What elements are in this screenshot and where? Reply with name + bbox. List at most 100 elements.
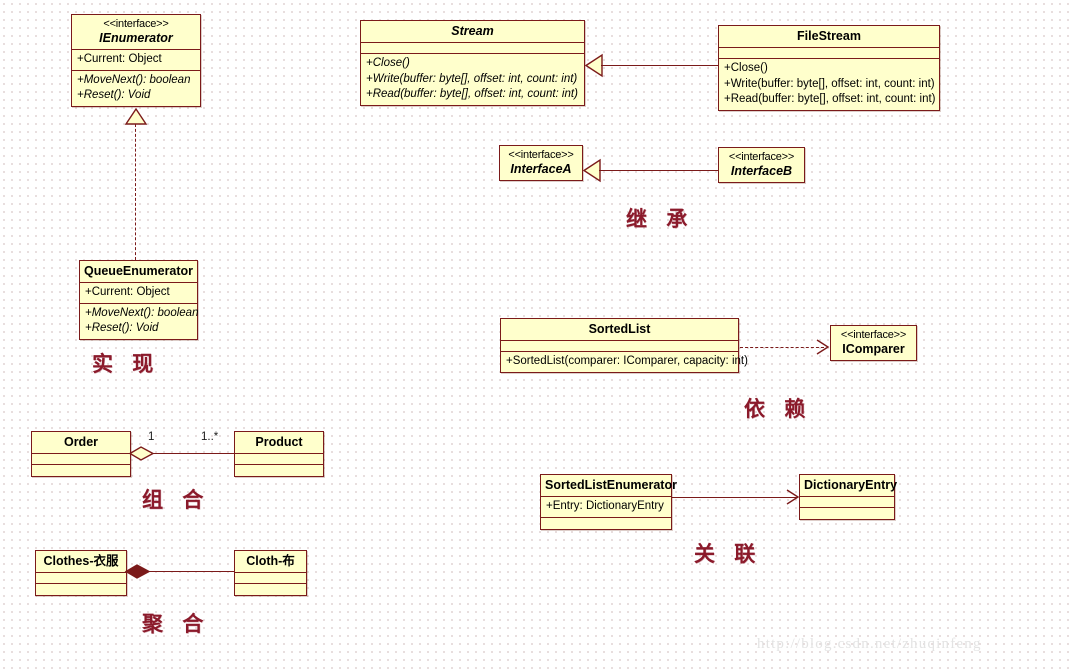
operation-line: +Read(buffer: byte[], offset: int, count… — [724, 93, 936, 106]
class-header-interfacea: <<interface>> InterfaceA — [500, 146, 582, 180]
class-name-label: SortedList — [588, 322, 651, 336]
class-box-clothes[interactable]: Clothes-衣服 — [35, 550, 127, 597]
watermark-text: http://blog.csdn.net/zhuqinfeng — [757, 636, 982, 652]
caption-aggregation: 聚 合 — [142, 612, 210, 636]
class-name-label: Product — [255, 435, 303, 449]
class-header-icomparer: <<interface>> IComparer — [831, 326, 916, 360]
class-box-ienumerator[interactable]: <<interface>> IEnumerator +Current: Obje… — [71, 14, 201, 107]
class-box-sortedlist[interactable]: SortedList +SortedList(comparer: ICompar… — [500, 318, 748, 373]
attributes-compartment-ienumerator: +Current: Object — [72, 50, 200, 71]
operation-line: +Write(buffer: byte[], offset: int, coun… — [366, 72, 578, 85]
operation-line: +Reset(): Void — [77, 89, 151, 102]
operations-compartment-clothes — [36, 584, 126, 595]
stereotype-label: <<interface>> — [508, 149, 574, 161]
class-name-label: QueueEnumerator — [84, 264, 194, 278]
stereotype-label: <<interface>> — [840, 329, 907, 341]
class-name-label: SortedListEnumerator — [545, 478, 677, 492]
caption-realization: 实 现 — [92, 352, 160, 376]
class-name-label: Cloth-布 — [246, 554, 295, 568]
operation-line: +MoveNext(): boolean — [77, 73, 191, 86]
attributes-compartment-sortedlistenumerator: +Entry: DictionaryEntry — [541, 497, 671, 518]
operations-compartment-cloth — [235, 584, 306, 595]
class-header-queueenumerator: QueueEnumerator — [80, 261, 197, 284]
class-header-order: Order — [32, 432, 130, 455]
operations-compartment-queueenumerator: +MoveNext(): boolean +Reset(): Void — [80, 304, 199, 339]
operations-compartment-order — [32, 465, 130, 476]
generalization-connector-filestream-stream — [601, 64, 719, 66]
operations-compartment-sortedlistenumerator — [541, 518, 671, 529]
attributes-compartment-product — [235, 454, 323, 466]
class-name-label: IComparer — [842, 341, 905, 356]
multiplicity-product-side: 1..* — [201, 431, 219, 443]
class-box-filestream[interactable]: FileStream +Close() +Write(buffer: byte[… — [718, 25, 940, 111]
operation-line: +SortedList(comparer: IComparer, capacit… — [506, 355, 748, 368]
operation-line: +Read(buffer: byte[], offset: int, count… — [366, 88, 578, 101]
class-header-sortedlistenumerator: SortedListEnumerator — [541, 475, 677, 498]
class-box-cloth[interactable]: Cloth-布 — [234, 550, 307, 597]
class-header-clothes: Clothes-衣服 — [36, 551, 126, 574]
attributes-compartment-dictionaryentry — [800, 497, 894, 509]
attribute-line: +Entry: DictionaryEntry — [546, 500, 664, 513]
class-header-filestream: FileStream — [719, 26, 939, 49]
uml-diagram-canvas: <<interface>> IEnumerator +Current: Obje… — [0, 0, 1074, 671]
composition-connector-order-product — [152, 452, 234, 454]
dependency-arrowhead-icomparer — [816, 339, 830, 355]
aggregation-connector-clothes-cloth — [148, 570, 236, 572]
operation-line: +Write(buffer: byte[], offset: int, coun… — [724, 77, 935, 90]
attributes-compartment-queueenumerator: +Current: Object — [80, 283, 197, 304]
class-header-ienumerator: <<interface>> IEnumerator — [72, 15, 200, 51]
attributes-compartment-filestream — [719, 48, 939, 60]
class-name-label: Order — [63, 435, 99, 449]
class-box-interfaceb[interactable]: <<interface>> InterfaceB — [718, 147, 805, 184]
realization-connector-queueenumerator-ienumerator — [135, 124, 136, 260]
operation-line: +Close() — [724, 62, 768, 75]
class-header-interfaceb: <<interface>> InterfaceB — [719, 148, 804, 182]
caption-composition: 组 合 — [142, 488, 210, 512]
association-connector-sortedlistenumerator-dictionaryentry — [672, 496, 798, 498]
class-box-product[interactable]: Product — [234, 431, 324, 478]
association-arrowhead-dictionaryentry — [786, 489, 800, 505]
operations-compartment-product — [235, 465, 323, 476]
generalization-connector-interfaceb-interfacea — [599, 169, 719, 171]
class-box-dictionaryentry[interactable]: DictionaryEntry — [799, 474, 898, 521]
class-box-interfacea[interactable]: <<interface>> InterfaceA — [499, 145, 583, 182]
attribute-line: +Current: Object — [77, 53, 162, 66]
class-header-dictionaryentry: DictionaryEntry — [800, 475, 898, 498]
operations-compartment-ienumerator: +MoveNext(): boolean +Reset(): Void — [72, 71, 200, 106]
attributes-compartment-cloth — [235, 573, 306, 585]
caption-inheritance: 继 承 — [626, 207, 694, 231]
operations-compartment-sortedlist: +SortedList(comparer: IComparer, capacit… — [501, 352, 748, 372]
class-header-cloth: Cloth-布 — [235, 551, 306, 574]
caption-association: 关 联 — [694, 542, 762, 566]
attributes-compartment-stream — [361, 43, 584, 55]
stereotype-label: <<interface>> — [728, 151, 795, 163]
attributes-compartment-clothes — [36, 573, 126, 585]
operations-compartment-dictionaryentry — [800, 508, 894, 519]
dependency-connector-sortedlist-icomparer — [740, 346, 824, 348]
realization-arrowhead-ienumerator — [124, 107, 148, 125]
class-box-order[interactable]: Order — [31, 431, 131, 478]
class-header-stream: Stream — [361, 21, 584, 44]
operations-compartment-filestream: +Close() +Write(buffer: byte[], offset: … — [719, 59, 939, 110]
class-name-label: IEnumerator — [99, 30, 173, 45]
operation-line: +Close() — [366, 57, 410, 70]
class-box-queueenumerator[interactable]: QueueEnumerator +Current: Object +MoveNe… — [79, 260, 198, 340]
stereotype-label: <<interface>> — [103, 18, 169, 30]
operations-compartment-stream: +Close() +Write(buffer: byte[], offset: … — [361, 54, 584, 105]
operation-line: +MoveNext(): boolean — [85, 306, 199, 319]
class-name-label: Clothes-衣服 — [43, 554, 119, 568]
class-header-product: Product — [235, 432, 323, 455]
attribute-line: +Current: Object — [85, 286, 170, 299]
class-box-icomparer[interactable]: <<interface>> IComparer — [830, 325, 917, 362]
class-box-stream[interactable]: Stream +Close() +Write(buffer: byte[], o… — [360, 20, 585, 106]
class-name-label: InterfaceB — [730, 163, 793, 178]
multiplicity-order-side: 1 — [148, 431, 155, 443]
operation-line: +Reset(): Void — [85, 322, 159, 335]
caption-dependency: 依 赖 — [744, 397, 812, 421]
attributes-compartment-sortedlist — [501, 341, 738, 353]
class-box-sortedlistenumerator[interactable]: SortedListEnumerator +Entry: DictionaryE… — [540, 474, 677, 530]
class-name-label: Stream — [451, 24, 494, 38]
class-name-label: FileStream — [797, 29, 861, 43]
class-name-label: InterfaceA — [510, 161, 572, 176]
class-name-label: DictionaryEntry — [804, 478, 898, 492]
